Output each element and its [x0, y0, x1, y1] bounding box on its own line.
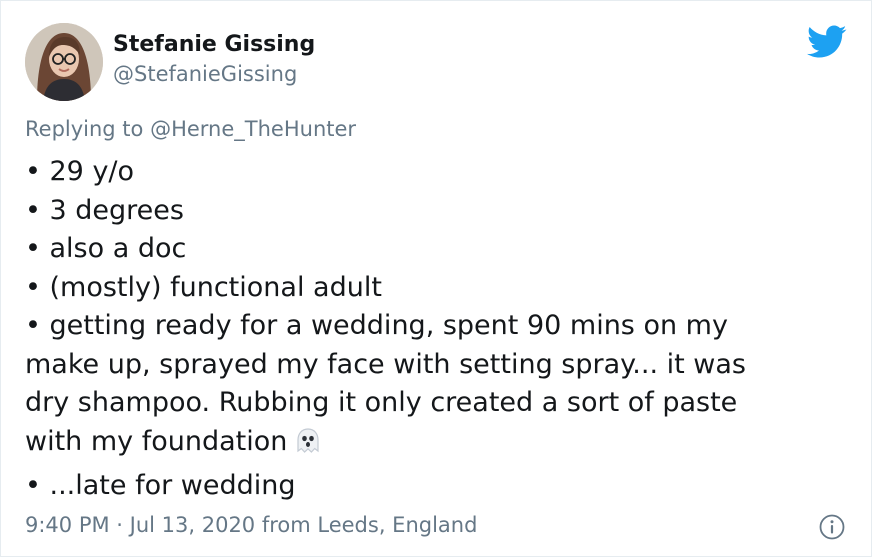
tweet-line: • 3 degrees: [25, 194, 184, 226]
tweet-card: Stefanie Gissing @StefanieGissing Replyi…: [0, 0, 872, 557]
reply-to-handle-link[interactable]: @Herne_TheHunter: [150, 117, 356, 141]
tweet-line: dry shampoo. Rubbing it only created a s…: [25, 387, 738, 418]
twitter-bird-icon[interactable]: [807, 25, 847, 59]
ghost-emoji-icon: [293, 426, 323, 468]
tweet-line: • ...late for wedding: [25, 470, 296, 501]
tweet-line: with my foundation: [25, 425, 288, 457]
author-name[interactable]: Stefanie Gissing: [113, 32, 315, 57]
tweet-line: • 29 y/o: [25, 156, 135, 187]
tweet-line: • also a doc: [25, 233, 187, 264]
author-handle[interactable]: @StefanieGissing: [113, 62, 297, 86]
tweet-line: • (mostly) functional adult: [25, 271, 382, 303]
info-icon[interactable]: [819, 514, 845, 540]
tweet-line: • getting ready for a wedding, spent 90 …: [25, 310, 728, 341]
tweet-line-with-emoji: with my foundation: [25, 423, 847, 468]
tweet-line: make up, sprayed my face with setting sp…: [25, 348, 746, 380]
tweet-timestamp[interactable]: 9:40 PM · Jul 13, 2020 from Leeds, Engla…: [25, 513, 477, 537]
replying-prefix: Replying to: [25, 117, 151, 141]
replying-to: Replying to @Herne_TheHunter: [25, 117, 356, 141]
tweet-text: • 29 y/o • 3 degrees • also a doc • (mos…: [25, 153, 847, 506]
avatar[interactable]: [25, 23, 103, 101]
